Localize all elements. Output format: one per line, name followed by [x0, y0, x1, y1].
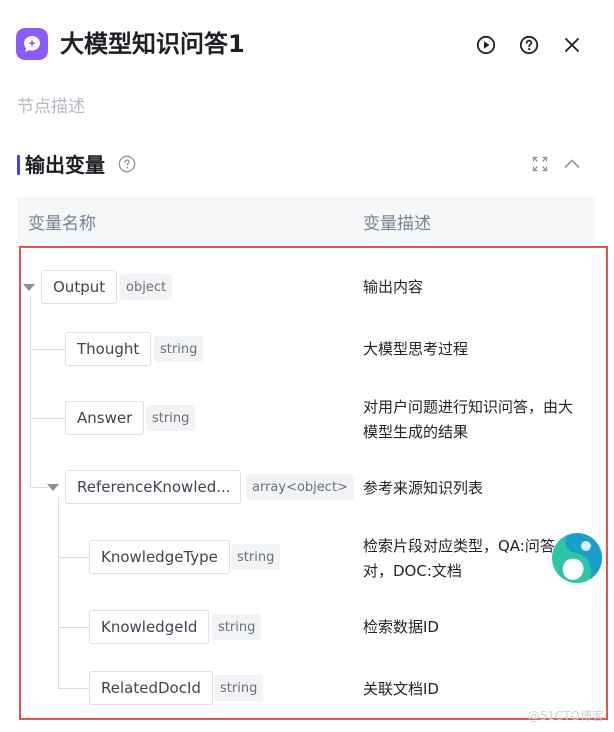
- tree-line: [58, 497, 59, 689]
- collapse-caret-icon[interactable]: [47, 484, 59, 491]
- variable-description: 输出内容: [363, 278, 424, 296]
- variable-description: 检索片段对应类型，QA:问答: [363, 537, 555, 555]
- collapse-button[interactable]: [562, 154, 582, 174]
- tree-line: [58, 688, 89, 689]
- type-badge: string: [214, 675, 264, 701]
- type-badge: array<object>: [246, 474, 354, 500]
- variable-name-knowledge-type[interactable]: KnowledgeType: [89, 540, 230, 574]
- help-button[interactable]: [518, 34, 540, 56]
- section-help[interactable]: [118, 155, 136, 173]
- tree-line: [30, 418, 65, 419]
- expand-button[interactable]: [530, 154, 550, 174]
- app-icon: [16, 28, 48, 60]
- tree-line: [58, 557, 89, 558]
- variable-name-knowledge-id[interactable]: KnowledgeId: [89, 610, 210, 644]
- watermark: @51CTO博客: [527, 709, 604, 723]
- variable-name-output[interactable]: Output: [41, 270, 118, 304]
- variable-name-thought[interactable]: Thought: [65, 332, 152, 366]
- variable-name-related-doc-id[interactable]: RelatedDocId: [89, 671, 213, 705]
- close-button[interactable]: [561, 34, 583, 56]
- tree-line: [30, 349, 65, 350]
- run-button[interactable]: [475, 34, 497, 56]
- variable-description: 对，DOC:文档: [363, 562, 462, 580]
- column-header-description: 变量描述: [363, 214, 431, 234]
- type-badge: string: [231, 544, 281, 570]
- type-badge: string: [212, 614, 262, 640]
- variable-description: 关联文档ID: [363, 680, 439, 698]
- variable-description: 参考来源知识列表: [363, 479, 484, 497]
- node-description[interactable]: 节点描述: [17, 92, 85, 117]
- play-icon: [476, 35, 496, 55]
- tree-line: [30, 296, 31, 488]
- type-badge: string: [154, 336, 204, 362]
- tree-line: [30, 487, 48, 488]
- tree-line: [58, 627, 89, 628]
- variable-name-reference-knowledge[interactable]: ReferenceKnowled...: [65, 470, 241, 504]
- variable-name-answer[interactable]: Answer: [65, 401, 145, 435]
- section-indicator: [17, 155, 20, 175]
- help-icon: [118, 155, 136, 173]
- chat-bubble-icon: [24, 36, 40, 52]
- variable-description: 模型生成的结果: [363, 423, 469, 441]
- column-header-name: 变量名称: [28, 214, 96, 234]
- variable-description: 检索数据ID: [363, 618, 439, 636]
- close-icon: [565, 38, 579, 52]
- type-badge: object: [120, 274, 173, 300]
- type-badge: string: [146, 405, 196, 431]
- help-icon: [519, 35, 539, 55]
- variable-description: 对用户问题进行知识问答，由大: [363, 398, 574, 416]
- chevron-up-icon: [564, 159, 580, 169]
- node-title[interactable]: 大模型知识问答1: [60, 26, 245, 62]
- table-header: 变量名称 变量描述: [17, 197, 594, 243]
- variable-description: 大模型思考过程: [363, 340, 469, 358]
- assistant-logo-icon[interactable]: [550, 531, 604, 585]
- section-title: 输出变量: [25, 153, 105, 177]
- collapse-caret-icon[interactable]: [23, 284, 35, 291]
- fullscreen-icon: [532, 156, 548, 172]
